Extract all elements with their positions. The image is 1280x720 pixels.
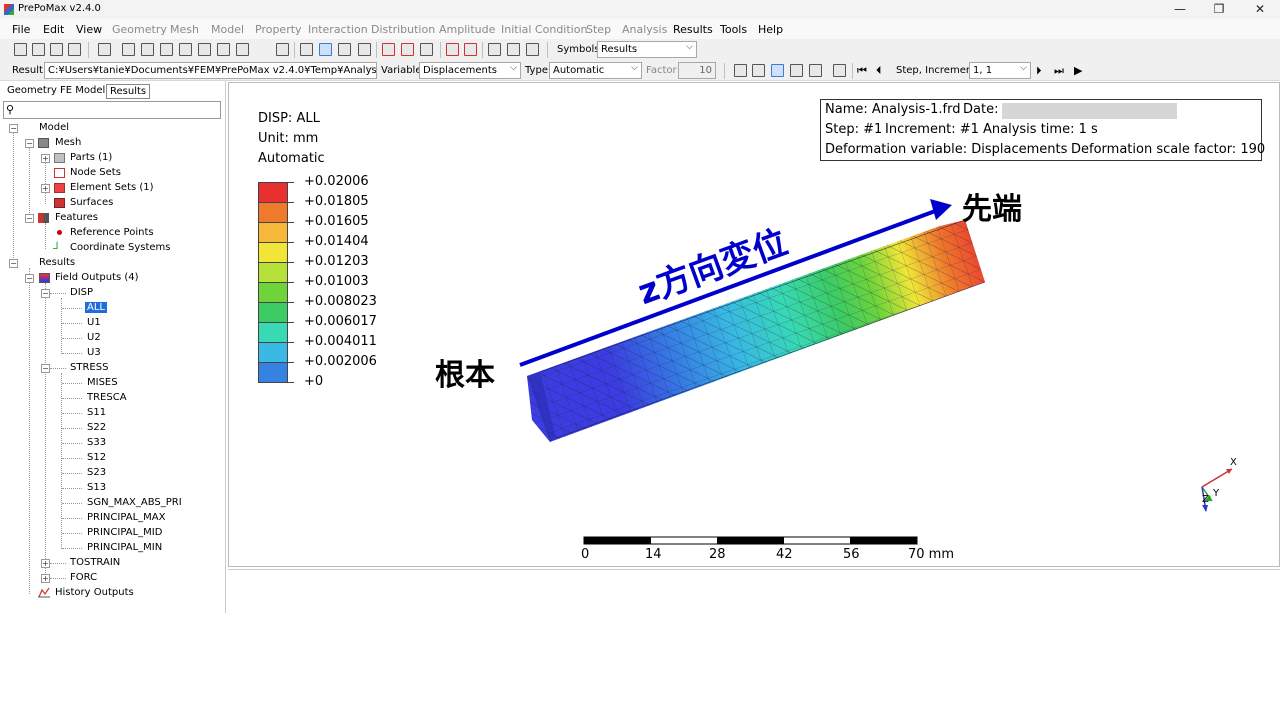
scale-label-42: 42 [776,547,793,562]
scale-bar-segment [717,537,784,544]
scale-bar-segment [850,537,917,544]
scale-label-56: 56 [843,547,860,562]
scale-label-28: 28 [709,547,726,562]
scale-bar [583,536,918,545]
scale-bar-segment [584,537,651,544]
scale-label-14: 14 [645,547,662,562]
scale-label-0: 0 [581,547,590,562]
triad-x-label: X [1230,457,1237,468]
scale-label-70: 70 mm [908,547,955,562]
triad-z-arrow [1202,505,1208,512]
triad-x-axis [1201,468,1233,488]
triad-y-label: Y [1213,488,1220,499]
triad-z-label: Z [1202,494,1209,505]
